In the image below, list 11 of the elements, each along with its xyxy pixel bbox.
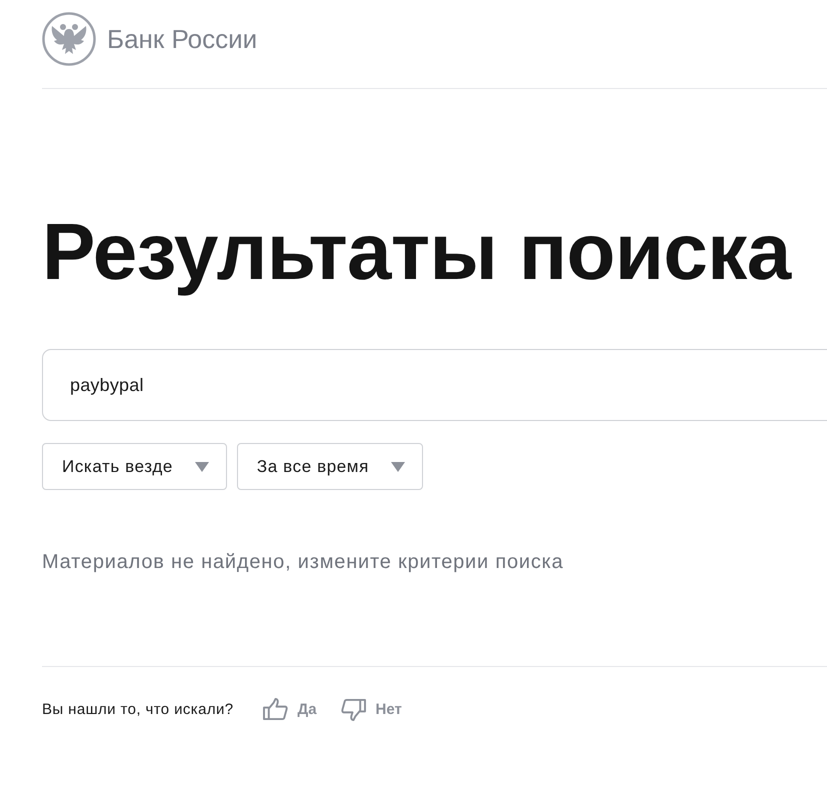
no-results-message: Материалов не найдено, измените критерии поиска <box>42 550 565 574</box>
emblem-logo-icon[interactable] <box>42 12 96 66</box>
feedback-question: Вы нашли то, что искали? <box>42 700 234 718</box>
search-field[interactable]: paybypal <box>42 349 827 421</box>
caret-icon <box>390 462 405 472</box>
filter-dropdown[interactable]: За все время <box>236 443 423 490</box>
thumbs-up-icon <box>262 698 288 720</box>
thumbs-down-icon <box>340 698 366 720</box>
bank-name-logo-text[interactable]: Банк России <box>107 24 258 54</box>
filter-dropdown[interactable]: Искать везде <box>42 443 227 490</box>
caret-icon <box>194 462 209 472</box>
